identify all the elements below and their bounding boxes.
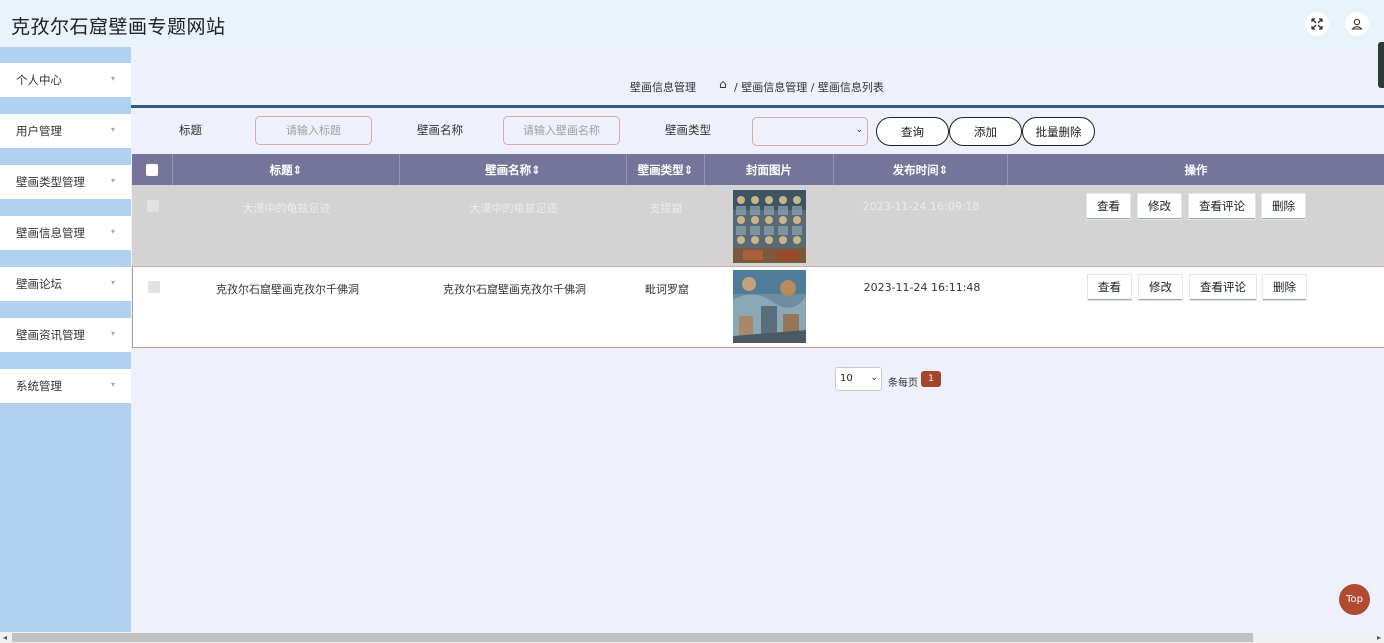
page-size-select[interactable]: 10 ⌄ bbox=[835, 367, 882, 391]
query-button[interactable]: 查询 bbox=[876, 117, 949, 146]
per-page-label: 条每页 bbox=[888, 378, 918, 389]
chevron-down-icon: ▾ bbox=[110, 125, 115, 134]
home-icon[interactable]: ⌂ bbox=[719, 77, 727, 91]
column-header-mural-type[interactable]: 壁画类型⇕ bbox=[627, 154, 705, 185]
top-bar: 克孜尔石窟壁画专题网站 bbox=[0, 0, 1384, 47]
sidebar-item-label: 个人中心 bbox=[16, 73, 62, 87]
column-header-actions: 操作 bbox=[1184, 162, 1208, 177]
table-row: 大漠中的龟兹足迹 大漠中的龟兹足迹 支提窟 2023-11-24 16:09:1… bbox=[132, 185, 1384, 267]
chevron-down-icon: ▾ bbox=[110, 176, 115, 185]
view-comments-button[interactable]: 查看评论 bbox=[1189, 194, 1255, 219]
scrollbar-thumb[interactable] bbox=[12, 633, 1253, 642]
mural-name-label: 壁画名称 bbox=[417, 123, 463, 137]
column-header-cover-image: 封面图片 bbox=[705, 154, 834, 185]
view-button[interactable]: 查看 bbox=[1087, 194, 1130, 219]
sidebar-item-label: 壁画资讯管理 bbox=[16, 328, 85, 342]
sidebar-item-mural-forum[interactable]: 壁画论坛 ▾ bbox=[0, 267, 131, 301]
sidebar-item-mural-info-management[interactable]: 壁画信息管理 ▾ bbox=[0, 216, 131, 250]
chevron-down-icon: ▾ bbox=[110, 329, 115, 338]
mural-type-select[interactable]: ⌄ bbox=[752, 117, 868, 146]
table-header: 标题⇕ 壁画名称⇕ 壁画类型⇕ 封面图片 发布时间⇕ 操作 bbox=[132, 154, 1384, 185]
mural-name-search-input[interactable] bbox=[503, 116, 620, 145]
select-all-checkbox[interactable] bbox=[146, 163, 158, 176]
batch-delete-button[interactable]: 批量删除 bbox=[1022, 117, 1095, 146]
user-icon[interactable] bbox=[1345, 12, 1369, 36]
sidebar-item-mural-type-management[interactable]: 壁画类型管理 ▾ bbox=[0, 165, 131, 199]
scroll-left-icon[interactable]: ◂ bbox=[3, 632, 7, 643]
page-number-current[interactable]: 1 bbox=[921, 371, 941, 387]
row-checkbox[interactable] bbox=[148, 281, 160, 293]
add-button[interactable]: 添加 bbox=[949, 117, 1022, 146]
cell-publish-time: 2023-11-24 16:09:18 bbox=[862, 200, 980, 213]
chevron-down-icon: ▾ bbox=[110, 227, 115, 236]
row-checkbox[interactable] bbox=[147, 200, 159, 212]
cell-mural-name: 大漠中的龟兹足迹 bbox=[469, 202, 558, 215]
chevron-down-icon: ⌄ bbox=[870, 373, 878, 383]
chevron-down-icon: ⌄ bbox=[855, 125, 863, 135]
scroll-right-icon[interactable]: ▸ bbox=[1377, 632, 1381, 643]
view-comments-button[interactable]: 查看评论 bbox=[1190, 275, 1256, 300]
cell-title: 克孜尔石窟壁画克孜尔千佛洞 bbox=[216, 283, 359, 296]
delete-button[interactable]: 删除 bbox=[1263, 275, 1306, 300]
table-row: 克孜尔石窟壁画克孜尔千佛洞 克孜尔石窟壁画克孜尔千佛洞 毗诃罗窟 2023-11… bbox=[132, 267, 1384, 348]
site-title: 克孜尔石窟壁画专题网站 bbox=[11, 16, 226, 38]
sidebar-item-label: 壁画类型管理 bbox=[16, 175, 85, 189]
sidebar-item-label: 壁画信息管理 bbox=[16, 226, 85, 240]
cover-image[interactable] bbox=[733, 190, 806, 263]
back-to-top-button[interactable]: Top bbox=[1339, 584, 1370, 615]
cover-image[interactable] bbox=[733, 270, 806, 343]
fullscreen-icon[interactable] bbox=[1305, 12, 1329, 36]
chevron-down-icon: ▾ bbox=[110, 380, 115, 389]
cell-mural-type: 毗诃罗窟 bbox=[645, 283, 689, 296]
sidebar-item-label: 用户管理 bbox=[16, 124, 62, 138]
breadcrumb-path[interactable]: / 壁画信息管理 / 壁画信息列表 bbox=[734, 79, 884, 95]
chevron-down-icon: ▾ bbox=[110, 278, 115, 287]
title-label: 标题 bbox=[179, 123, 202, 137]
cell-mural-type: 支提窟 bbox=[649, 202, 683, 215]
sidebar-item-user-management[interactable]: 用户管理 ▾ bbox=[0, 114, 131, 148]
column-header-publish-time[interactable]: 发布时间⇕ bbox=[834, 154, 1008, 185]
cell-title: 大漠中的龟兹足迹 bbox=[242, 202, 331, 215]
column-header-mural-name[interactable]: 壁画名称⇕ bbox=[400, 154, 627, 185]
sidebar-item-label: 壁画论坛 bbox=[16, 277, 62, 291]
edit-button[interactable]: 修改 bbox=[1139, 275, 1182, 300]
sidebar-item-system-management[interactable]: 系统管理 ▾ bbox=[0, 369, 131, 403]
cell-publish-time: 2023-11-24 16:11:48 bbox=[863, 281, 981, 294]
mural-type-label: 壁画类型 bbox=[665, 123, 711, 137]
divider bbox=[131, 105, 1384, 108]
sidebar-item-mural-news-management[interactable]: 壁画资讯管理 ▾ bbox=[0, 318, 131, 352]
edit-button[interactable]: 修改 bbox=[1138, 194, 1181, 219]
page-size-value: 10 bbox=[840, 373, 853, 384]
sidebar-item-personal-center[interactable]: 个人中心 ▾ bbox=[0, 63, 131, 97]
select-all-cell bbox=[132, 154, 173, 185]
horizontal-scrollbar[interactable]: ◂ ▸ bbox=[0, 632, 1384, 643]
sidebar: 个人中心 ▾ 用户管理 ▾ 壁画类型管理 ▾ 壁画信息管理 ▾ 壁画论坛 ▾ 壁… bbox=[0, 47, 131, 632]
chevron-down-icon: ▾ bbox=[110, 74, 115, 83]
view-button[interactable]: 查看 bbox=[1088, 275, 1131, 300]
column-header-title[interactable]: 标题⇕ bbox=[173, 154, 400, 185]
cell-mural-name: 克孜尔石窟壁画克孜尔千佛洞 bbox=[443, 283, 586, 296]
delete-button[interactable]: 删除 bbox=[1262, 194, 1305, 219]
title-search-input[interactable] bbox=[255, 116, 372, 145]
sidebar-item-label: 系统管理 bbox=[16, 379, 62, 393]
breadcrumb: 壁画信息管理 ⌂ / 壁画信息管理 / 壁画信息列表 bbox=[131, 47, 1384, 105]
page-title: 壁画信息管理 bbox=[630, 81, 696, 94]
